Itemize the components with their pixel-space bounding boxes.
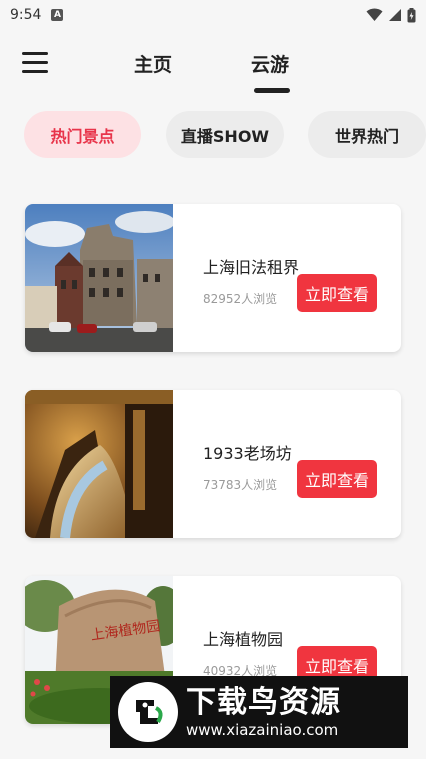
view-now-button[interactable]: 立即查看 [297, 460, 377, 498]
app-bar: 主页 云游 [0, 30, 426, 100]
attraction-name: 上海植物园 [203, 630, 284, 649]
active-tab-indicator [254, 88, 290, 93]
notification-icon: A [51, 9, 64, 21]
attraction-photo [25, 390, 173, 538]
tab-cloud-tour[interactable]: 云游 [251, 50, 289, 77]
wifi-icon [366, 8, 383, 21]
signal-icon [389, 9, 401, 21]
watermark-url: www.xiazainiao.com [186, 721, 339, 739]
watermark-title: 下载鸟资源 [186, 685, 341, 720]
attraction-photo [25, 204, 173, 352]
bird-logo-icon [118, 682, 178, 742]
battery-icon [407, 7, 416, 22]
attraction-card[interactable]: 1933老场坊 73783人浏览 立即查看 [25, 390, 401, 538]
chip-hot-attractions[interactable]: 热门景点 [24, 111, 141, 158]
attraction-name: 上海旧法租界 [203, 258, 300, 277]
chip-world-hot[interactable]: 世界热门 [308, 111, 426, 158]
tab-home[interactable]: 主页 [134, 50, 172, 77]
view-now-button[interactable]: 立即查看 [297, 274, 377, 312]
status-bar: 9:54 A [0, 0, 426, 30]
watermark-banner: 下载鸟资源 www.xiazainiao.com [110, 676, 408, 748]
attraction-views: 82952人浏览 [203, 292, 278, 306]
attraction-views: 73783人浏览 [203, 478, 278, 492]
status-time: 9:54 [10, 7, 42, 23]
chip-live-show[interactable]: 直播SHOW [166, 111, 284, 158]
attraction-name: 1933老场坊 [203, 444, 292, 463]
attraction-card[interactable]: 上海旧法租界 82952人浏览 立即查看 [25, 204, 401, 352]
category-chips: 热门景点 直播SHOW 世界热门 [24, 111, 426, 159]
menu-icon[interactable] [22, 52, 50, 76]
